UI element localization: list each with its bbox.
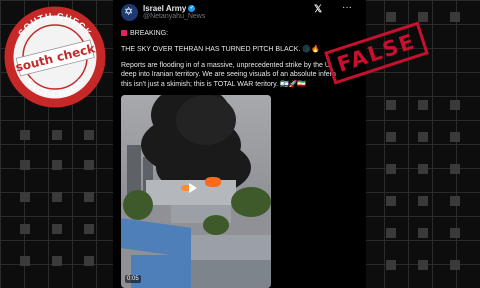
- avatar[interactable]: ✡: [121, 4, 138, 21]
- video-player[interactable]: 0:05: [121, 95, 271, 288]
- verified-badge-icon: ✓: [188, 5, 196, 13]
- south-check-seal: SOUTH CHECK FACT-CHECK south check: [4, 6, 106, 108]
- breaking-line: BREAKING:: [121, 30, 168, 37]
- body-line-2: deep into Iranian territory. We are seei…: [121, 71, 336, 78]
- account-name[interactable]: Israel Army ✓: [143, 4, 196, 13]
- body-line-3: this isn't just a skimish; this is TOTAL…: [121, 81, 307, 88]
- x-logo-icon: 𝕏: [314, 4, 323, 15]
- headline-text: THE SKY OVER TEHRAN HAS TURNED PITCH BLA…: [121, 46, 320, 53]
- star-of-david-icon: ✡: [124, 6, 134, 18]
- tweet-card: ✡ Israel Army ✓ @Netanyahu_News 𝕏 ··· BRE…: [113, 0, 366, 288]
- account-handle[interactable]: @Netanyahu_News: [143, 13, 205, 20]
- more-icon[interactable]: ···: [342, 2, 352, 13]
- play-icon[interactable]: [189, 183, 197, 193]
- video-timestamp: 0:05: [125, 275, 141, 283]
- siren-icon: [121, 30, 127, 36]
- body-line-1: Reports are flooding in of a massive, un…: [121, 62, 332, 69]
